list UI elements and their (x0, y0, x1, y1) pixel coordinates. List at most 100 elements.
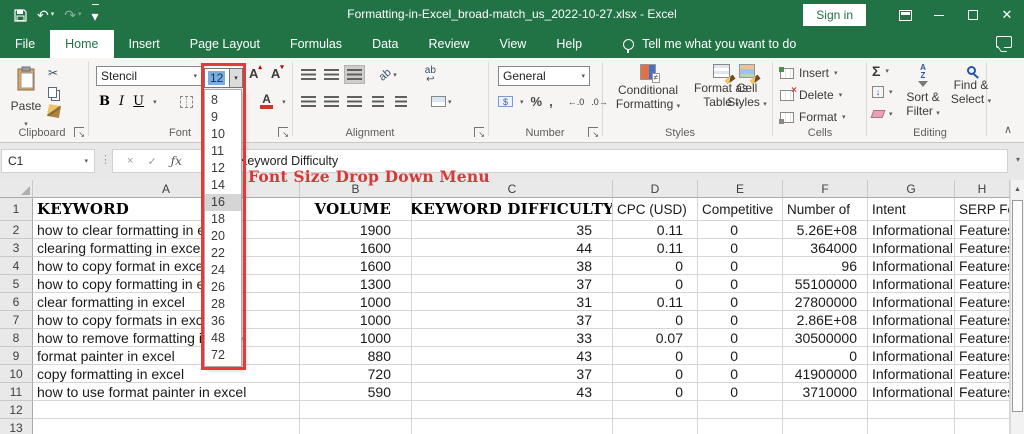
cell-D5[interactable]: 0 (613, 275, 698, 293)
cell-A6[interactable]: clear formatting in excel (33, 293, 300, 311)
row-header-4[interactable]: 4 (0, 257, 33, 275)
font-size-option-20[interactable]: 20 (205, 228, 241, 245)
autosum-button[interactable]: Σ ▾ (872, 63, 889, 79)
cell-E6[interactable]: 0 (698, 293, 783, 311)
accounting-dropdown-icon[interactable]: ▾ (520, 98, 524, 106)
close-button[interactable]: ✕ (990, 0, 1024, 30)
cell-D7[interactable]: 0 (613, 311, 698, 329)
cell-G8[interactable]: Informational (868, 329, 955, 347)
cell-H1[interactable]: SERP Features (955, 198, 1010, 221)
cell-C6[interactable]: 31 (412, 293, 613, 311)
cell-D2[interactable]: 0.11 (613, 221, 698, 239)
cell-F9[interactable]: 0 (783, 347, 868, 365)
cell-G11[interactable]: Informational (868, 383, 955, 401)
format-cells-button[interactable]: Format ▾ (779, 110, 846, 124)
cell-B2[interactable]: 1900 (300, 221, 412, 239)
cell-B9[interactable]: 880 (300, 347, 412, 365)
merge-center-icon[interactable] (431, 96, 446, 107)
row-header-13[interactable]: 13 (0, 419, 33, 434)
cell-G10[interactable]: Informational (868, 365, 955, 383)
cell-A10[interactable]: copy formatting in excel (33, 365, 300, 383)
cell-F3[interactable]: 364000 (783, 239, 868, 257)
cancel-icon[interactable]: × (127, 155, 133, 167)
cell-F8[interactable]: 30500000 (783, 329, 868, 347)
cell-D10[interactable]: 0 (613, 365, 698, 383)
dropdown-resize-handle-icon[interactable]: ····· (205, 363, 241, 371)
font-size-option-8[interactable]: 8 (205, 92, 241, 109)
font-size-option-28[interactable]: 28 (205, 296, 241, 313)
row-header-2[interactable]: 2 (0, 221, 33, 239)
column-header-H[interactable]: H (955, 180, 1010, 198)
cell-A3[interactable]: clearing formatting in excel (33, 239, 300, 257)
cell-H13[interactable] (955, 419, 1010, 434)
cell-E3[interactable]: 0 (698, 239, 783, 257)
bottom-align-button[interactable] (344, 65, 365, 84)
cell-E1[interactable]: Competitive (698, 198, 783, 221)
cell-A2[interactable]: how to clear formatting in excel (33, 221, 300, 239)
cell-D13[interactable] (613, 419, 698, 434)
cell-F10[interactable]: 41900000 (783, 365, 868, 383)
delete-cells-button[interactable]: Delete ▾ (780, 85, 842, 102)
formula-input[interactable]: × ✓ ƒx Keyword Difficulty (112, 149, 1008, 173)
column-header-G[interactable]: G (868, 180, 955, 198)
cell-E4[interactable]: 0 (698, 257, 783, 275)
cell-H11[interactable]: Features (955, 383, 1010, 401)
comma-style-icon[interactable]: , (549, 94, 553, 109)
cell-F1[interactable]: Number of (783, 198, 868, 221)
cell-A5[interactable]: how to copy formatting in excel (33, 275, 300, 293)
bold-button[interactable]: B (99, 94, 110, 109)
tab-data[interactable]: Data (357, 30, 413, 58)
cell-A9[interactable]: format painter in excel (33, 347, 300, 365)
cell-B5[interactable]: 1300 (300, 275, 412, 293)
cell-H5[interactable]: Features (955, 275, 1010, 293)
row-header-7[interactable]: 7 (0, 311, 33, 329)
tab-home[interactable]: Home (50, 30, 114, 58)
italic-button[interactable]: I (119, 94, 124, 109)
cell-H12[interactable] (955, 401, 1010, 419)
tab-view[interactable]: View (484, 30, 541, 58)
accounting-format-icon[interactable]: $ (498, 96, 513, 107)
row-header-3[interactable]: 3 (0, 239, 33, 257)
align-right-button[interactable] (344, 92, 365, 111)
cell-H8[interactable]: Features (955, 329, 1010, 347)
cell-B13[interactable] (300, 419, 412, 434)
font-size-option-22[interactable]: 22 (205, 245, 241, 262)
wrap-text-icon[interactable]: ab ↩ (425, 65, 436, 84)
tab-help[interactable]: Help (541, 30, 597, 58)
cell-A1[interactable]: KEYWORD (33, 198, 300, 221)
underline-dropdown-icon[interactable]: ▾ (153, 98, 157, 106)
column-header-D[interactable]: D (613, 180, 698, 198)
cell-A13[interactable] (33, 419, 300, 434)
orientation-icon[interactable]: ab (377, 66, 394, 83)
decrease-indent-button[interactable] (367, 92, 388, 111)
cell-G2[interactable]: Informational (868, 221, 955, 239)
ribbon-display-options-button[interactable] (888, 0, 922, 30)
cell-F4[interactable]: 96 (783, 257, 868, 275)
cell-D4[interactable]: 0 (613, 257, 698, 275)
font-color-dropdown-icon[interactable]: ▾ (282, 98, 286, 106)
copy-icon[interactable] (48, 87, 57, 98)
tab-insert[interactable]: Insert (114, 30, 175, 58)
sign-in-button[interactable]: Sign in (803, 4, 866, 26)
borders-icon[interactable] (179, 95, 193, 108)
collapse-ribbon-icon[interactable]: ∧ (1004, 123, 1012, 136)
row-header-8[interactable]: 8 (0, 329, 33, 347)
font-color-button[interactable]: A (260, 93, 274, 109)
font-size-option-10[interactable]: 10 (205, 126, 241, 143)
top-align-button[interactable] (298, 65, 319, 84)
align-left-button[interactable] (298, 92, 319, 111)
column-header-E[interactable]: E (698, 180, 783, 198)
row-header-1[interactable]: 1 (0, 198, 33, 221)
cell-G12[interactable] (868, 401, 955, 419)
align-center-button[interactable] (321, 92, 342, 111)
format-painter-icon[interactable] (47, 104, 61, 118)
column-header-F[interactable]: F (783, 180, 868, 198)
font-size-option-18[interactable]: 18 (205, 211, 241, 228)
font-size-option-14[interactable]: 14 (205, 177, 241, 194)
cell-H9[interactable]: Features (955, 347, 1010, 365)
select-all-corner[interactable] (0, 180, 33, 198)
tab-formulas[interactable]: Formulas (275, 30, 357, 58)
minimize-button[interactable] (922, 0, 956, 30)
name-box[interactable]: C1 ▾ (1, 149, 95, 173)
fill-button[interactable]: ↓ ▾ (872, 86, 893, 98)
